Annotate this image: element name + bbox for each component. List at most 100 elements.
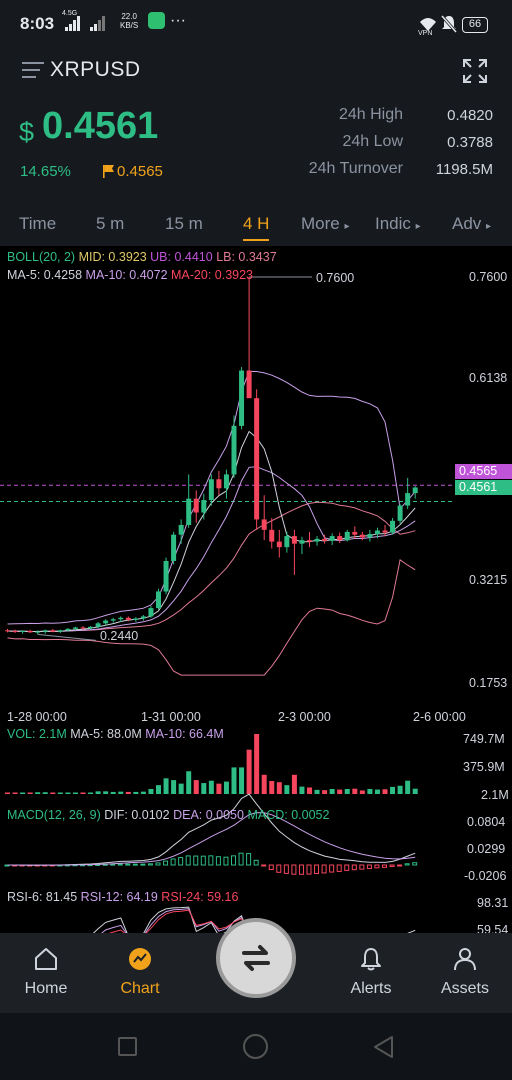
tab-4h[interactable]: 4 H (243, 214, 269, 234)
volume-bar (307, 787, 312, 794)
tab-15m[interactable]: 15 m (165, 214, 203, 234)
macd-histogram-bar (125, 863, 131, 866)
volume-bar (352, 788, 358, 794)
ma-legend: MA-5: 0.4258 MA-10: 0.4072 MA-20: 0.3923 (7, 268, 254, 282)
nav-home-label[interactable]: Home (6, 980, 86, 998)
candle-body (208, 479, 214, 501)
volume-bar (80, 792, 86, 794)
caret-right-icon: ▸ (486, 221, 492, 232)
volume-bar (118, 791, 124, 794)
swap-arrows-icon (242, 945, 270, 971)
volume-bar (412, 788, 418, 794)
volume-bar (110, 791, 116, 794)
volume-bar (42, 792, 48, 794)
price-axis-label: 0.1753 (469, 676, 508, 690)
candle-body (156, 591, 161, 609)
menu-icon[interactable] (22, 60, 46, 80)
candle-body (337, 536, 343, 541)
ma5-line (7, 430, 416, 632)
candle-body (27, 630, 33, 633)
nav-assets-label[interactable]: Assets (425, 980, 505, 998)
tab-5m[interactable]: 5 m (96, 214, 124, 234)
macd-histogram-bar (185, 855, 191, 866)
macd-histogram-bar (200, 855, 206, 866)
candle-body (284, 536, 290, 548)
battery-icon: 66 (462, 17, 488, 33)
volume-bar (261, 774, 267, 794)
macd-histogram-bar (193, 855, 199, 866)
candle-body (223, 474, 229, 489)
volume-bar (337, 789, 343, 794)
more-notifications: ··· (170, 12, 186, 29)
candle-body (239, 370, 245, 426)
nav-chart-label[interactable]: Chart (100, 980, 180, 998)
active-tab-indicator (243, 239, 269, 241)
volume-bar (344, 788, 350, 794)
macd-histogram-bar (253, 859, 259, 866)
candle-body (118, 617, 124, 620)
macd-histogram-bar (412, 862, 418, 866)
candle-body (88, 626, 94, 629)
status-bar: 8:03 4.5G 22.0 KB/S ··· VPN 66 (0, 0, 512, 50)
macd-dif-line (7, 793, 416, 866)
volume-bar (57, 792, 63, 794)
network-speed: 22.0 KB/S (120, 12, 139, 30)
macd-histogram-bar (389, 864, 395, 867)
candle-body (307, 540, 312, 542)
flag-price-tag: 0.4565 (455, 464, 512, 479)
square-icon[interactable] (118, 1037, 137, 1056)
candle-body (110, 619, 116, 621)
price-axis-label: 0.7600 (469, 270, 508, 284)
candle-body (12, 630, 18, 632)
candle-body (261, 519, 267, 530)
kline-chart[interactable]: BOLL(20, 2) MID: 0.3923 UB: 0.4410 LB: 0… (0, 246, 512, 937)
candle-body (103, 620, 109, 624)
tab-indicators[interactable]: Indic ▸ (375, 214, 421, 234)
volume-bar (390, 786, 396, 794)
volume-axis-label: 749.7M (463, 732, 505, 746)
volume-bar (284, 785, 290, 794)
candle-body (382, 530, 388, 533)
caret-right-icon: ▸ (415, 221, 421, 232)
volume-bar (148, 788, 154, 794)
candle-body (352, 531, 358, 535)
nav-alerts-label[interactable]: Alerts (331, 980, 411, 998)
volume-bar (88, 792, 94, 794)
macd-histogram-bar (276, 864, 282, 873)
volume-bar (359, 790, 365, 794)
macd-histogram-bar (155, 862, 161, 866)
candle-body (405, 493, 411, 506)
volume-bar (254, 734, 260, 794)
macd-histogram-bar (238, 852, 244, 866)
macd-histogram-bar (246, 853, 252, 866)
last-price: 0.4561 (42, 105, 159, 147)
boll-legend: BOLL(20, 2) MID: 0.3923 UB: 0.4410 LB: 0… (7, 250, 277, 264)
macd-histogram-bar (336, 864, 342, 872)
macd-histogram-bar (132, 863, 138, 866)
candle-body (314, 538, 320, 542)
volume-bar (95, 791, 101, 794)
symbol-title[interactable]: XRPUSD (50, 58, 141, 82)
macd-histogram-bar (374, 864, 380, 869)
macd-histogram-bar (351, 864, 357, 871)
candle-body (80, 627, 86, 629)
volume-axis-label: 2.1M (481, 788, 509, 802)
volume-bar (269, 780, 275, 794)
circle-icon[interactable] (243, 1034, 268, 1059)
candle-body (125, 617, 131, 620)
candle-body (171, 534, 177, 561)
volume-bar (276, 782, 282, 794)
volume-bar (299, 786, 305, 794)
swap-button[interactable] (216, 918, 296, 998)
macd-histogram-bar (215, 856, 221, 866)
chart-icon (129, 948, 151, 970)
fullscreen-icon[interactable] (462, 58, 488, 84)
back-triangle-icon[interactable] (372, 1035, 394, 1059)
candle-body (57, 630, 63, 632)
tab-advanced[interactable]: Adv ▸ (452, 214, 491, 234)
macd-axis-label: -0.0206 (464, 869, 507, 883)
volume-bar (397, 785, 403, 794)
volume-bar (223, 781, 229, 794)
tab-more[interactable]: More ▸ (301, 214, 350, 234)
tab-time[interactable]: Time (19, 214, 56, 234)
